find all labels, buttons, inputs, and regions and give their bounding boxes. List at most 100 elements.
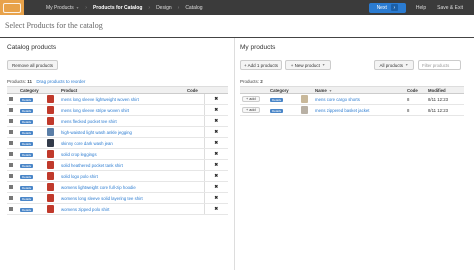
drag-handle-icon[interactable] bbox=[9, 184, 13, 189]
category-tag[interactable]: Details bbox=[20, 97, 34, 102]
col-product[interactable]: Product bbox=[59, 86, 185, 94]
category-tag[interactable]: Details bbox=[20, 174, 34, 179]
table-row[interactable]: Details solid heathered pocket tank shirt… bbox=[7, 159, 228, 171]
product-name-link[interactable]: mens core cargo shorts bbox=[315, 97, 360, 102]
product-name-link[interactable]: solid heathered pocket tank shirt bbox=[61, 163, 123, 168]
product-name-link[interactable]: high-waisted light wash ankle jegging bbox=[61, 130, 132, 135]
category-tag[interactable]: Details bbox=[20, 119, 34, 124]
delete-icon[interactable]: ✖ bbox=[214, 129, 218, 135]
drag-handle-icon[interactable] bbox=[9, 107, 13, 112]
category-tag[interactable]: Details bbox=[20, 108, 34, 113]
delete-icon[interactable]: ✖ bbox=[214, 173, 218, 179]
category-tag[interactable]: Details bbox=[270, 97, 284, 102]
col-modified[interactable]: Modified bbox=[426, 86, 464, 94]
product-name-link[interactable]: solid crop leggings bbox=[61, 152, 97, 157]
delete-icon[interactable]: ✖ bbox=[214, 195, 218, 201]
table-row[interactable]: Details womens long sleeve solid layering… bbox=[7, 192, 228, 204]
delete-icon[interactable]: ✖ bbox=[214, 206, 218, 212]
category-tag[interactable]: Details bbox=[20, 141, 34, 146]
category-tag[interactable]: Details bbox=[20, 185, 34, 190]
table-row[interactable]: Details high-waisted light wash ankle jeg… bbox=[7, 126, 228, 138]
breadcrumb: My Products ▼ › Products for Catalog › De… bbox=[46, 0, 203, 15]
add-products-button[interactable]: + Add 1 products bbox=[240, 60, 282, 70]
delete-icon[interactable]: ✖ bbox=[214, 96, 218, 102]
chevron-down-icon: ▼ bbox=[321, 63, 326, 67]
table-row[interactable]: Details mens long sleeve lightweight wove… bbox=[7, 93, 228, 105]
delete-icon[interactable]: ✖ bbox=[214, 140, 218, 146]
app-logo[interactable] bbox=[0, 0, 24, 15]
product-name-link[interactable]: solid logo polo shirt bbox=[61, 174, 98, 179]
category-tag[interactable]: Details bbox=[20, 163, 34, 168]
delete-icon[interactable]: ✖ bbox=[214, 162, 218, 168]
col-thumb bbox=[45, 86, 59, 94]
arrow-right-icon: › bbox=[390, 4, 398, 11]
table-header: Category Name ▼ Code Modified bbox=[240, 86, 464, 94]
drag-handle-icon[interactable] bbox=[9, 140, 13, 145]
table-row[interactable]: Details womens lightweight core full-zip … bbox=[7, 181, 228, 193]
col-name[interactable]: Name ▼ bbox=[313, 86, 405, 94]
product-name-link[interactable]: womens lightweight core full-zip hoodie bbox=[61, 185, 136, 190]
product-code: 8 bbox=[405, 104, 426, 116]
table-row[interactable]: + add Details mens zippered basket jacket 8… bbox=[240, 104, 464, 116]
divider bbox=[0, 37, 474, 38]
category-tag[interactable]: Details bbox=[20, 207, 34, 212]
crumb-my-products[interactable]: My Products ▼ bbox=[46, 0, 79, 15]
col-category[interactable]: Category bbox=[18, 86, 45, 94]
crumb-design[interactable]: Design bbox=[156, 0, 172, 15]
add-product-button[interactable]: + add bbox=[242, 96, 260, 102]
product-name-link[interactable]: mens flecked pocket tee shirt bbox=[61, 119, 117, 124]
save-exit-link[interactable]: Save & Exit bbox=[437, 5, 463, 11]
product-thumbnail bbox=[301, 105, 308, 114]
drag-handle-icon[interactable] bbox=[9, 118, 13, 123]
category-tag[interactable]: Details bbox=[270, 108, 284, 113]
product-thumbnail bbox=[47, 116, 54, 125]
product-name-link[interactable]: mens zippered basket jacket bbox=[315, 108, 369, 113]
filter-input[interactable]: Filter products bbox=[418, 60, 461, 70]
table-row[interactable]: Details mens long sleeve stripe woven shi… bbox=[7, 104, 228, 116]
drag-handle-icon[interactable] bbox=[9, 206, 13, 211]
product-code: 8 bbox=[405, 93, 426, 105]
drag-handle-icon[interactable] bbox=[9, 96, 13, 101]
table-row[interactable]: + add Details mens core cargo shorts 8 8/11 … bbox=[240, 93, 464, 105]
product-name-link[interactable]: skinny core dark wash jean bbox=[61, 141, 113, 146]
product-name-link[interactable]: mens long sleeve stripe woven shirt bbox=[61, 108, 129, 113]
drag-handle-icon[interactable] bbox=[9, 173, 13, 178]
new-product-button[interactable]: + New product ▼ bbox=[285, 60, 331, 70]
col-code[interactable]: Code bbox=[185, 86, 204, 94]
table-row[interactable]: Details womens zipped polo shirt ✖ bbox=[7, 203, 228, 215]
delete-icon[interactable]: ✖ bbox=[214, 184, 218, 190]
category-tag[interactable]: Details bbox=[20, 196, 34, 201]
col-code[interactable]: Code bbox=[405, 86, 426, 94]
product-filter-select[interactable]: All products ▼ bbox=[374, 60, 414, 70]
table-row[interactable]: Details mens flecked pocket tee shirt ✖ bbox=[7, 115, 228, 127]
crumb-products-for-catalog[interactable]: Products for Catalog bbox=[93, 0, 142, 15]
delete-icon[interactable]: ✖ bbox=[214, 118, 218, 124]
table-row[interactable]: Details skinny core dark wash jean ✖ bbox=[7, 137, 228, 149]
table-row[interactable]: Details solid crop leggings ✖ bbox=[7, 148, 228, 160]
help-link[interactable]: Help bbox=[416, 5, 426, 11]
remove-all-button[interactable]: Remove all products bbox=[7, 60, 58, 70]
drag-handle-icon[interactable] bbox=[9, 129, 13, 134]
drag-handle-icon[interactable] bbox=[9, 162, 13, 167]
delete-icon[interactable]: ✖ bbox=[214, 151, 218, 157]
delete-icon[interactable]: ✖ bbox=[214, 107, 218, 113]
product-name-link[interactable]: womens long sleeve solid layering tee sh… bbox=[61, 196, 143, 201]
col-thumb bbox=[299, 86, 313, 94]
product-thumbnail bbox=[301, 94, 308, 103]
product-name-link[interactable]: mens long sleeve lightweight woven shirt bbox=[61, 97, 139, 102]
col-delete bbox=[204, 86, 228, 94]
col-add bbox=[240, 86, 268, 94]
col-category[interactable]: Category bbox=[268, 86, 299, 94]
modified-date: 8/11 12:23 bbox=[426, 93, 464, 105]
crumb-catalog[interactable]: Catalog bbox=[185, 0, 202, 15]
my-products-count: Products: 2 bbox=[240, 79, 263, 84]
drag-handle-icon[interactable] bbox=[9, 151, 13, 156]
drag-handle-icon[interactable] bbox=[9, 195, 13, 200]
next-button[interactable]: Next › bbox=[368, 2, 406, 13]
category-tag[interactable]: Details bbox=[20, 152, 34, 157]
product-code bbox=[185, 115, 204, 127]
product-name-link[interactable]: womens zipped polo shirt bbox=[61, 207, 110, 212]
add-product-button[interactable]: + add bbox=[242, 107, 260, 113]
category-tag[interactable]: Details bbox=[20, 130, 34, 135]
table-row[interactable]: Details solid logo polo shirt ✖ bbox=[7, 170, 228, 182]
